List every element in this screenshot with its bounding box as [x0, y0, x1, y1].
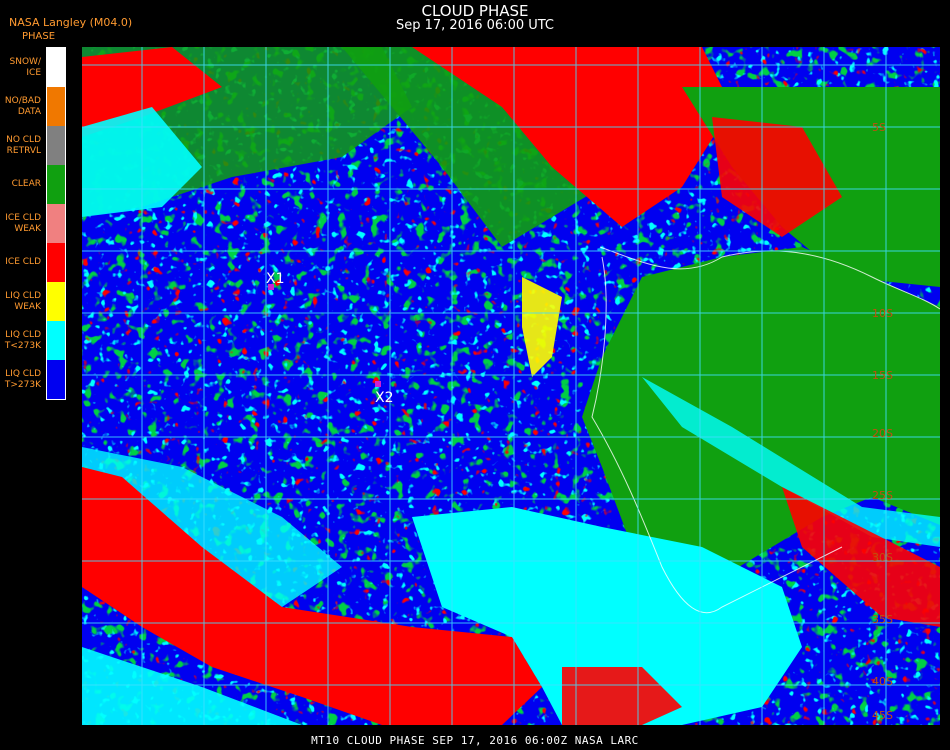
- legend-label-ice-weak: ICE CLD WEAK: [5, 212, 41, 234]
- legend-swatch-snow-ice: [47, 48, 65, 87]
- map-timestamp: Sep 17, 2016 06:00 UTC: [395, 18, 555, 33]
- lat-label-30s: 30S: [872, 551, 893, 564]
- legend-label-no-data: NO/BAD DATA: [4, 95, 41, 117]
- cloud-phase-map[interactable]: 5S 10S 15S 20S 25S 30S 35S 40S 45S X1 X2: [82, 47, 940, 725]
- footer-caption: MT10 CLOUD PHASE SEP 17, 2016 06:00Z NAS…: [311, 734, 639, 747]
- legend-swatch-liq-warm: [47, 360, 65, 399]
- legend-title: PHASE: [22, 31, 56, 42]
- lat-label-15s: 15S: [872, 369, 893, 382]
- lat-label-35s: 35S: [872, 613, 893, 626]
- legend-label-snow-ice: SNOW/ ICE: [9, 56, 41, 78]
- legend-swatch-no-retrieval: [47, 126, 65, 165]
- legend-label-liq-warm: LIQ CLD T>273K: [4, 368, 41, 390]
- legend-swatch-ice: [47, 243, 65, 282]
- marker-x2-label: X2: [375, 390, 394, 406]
- legend-swatch-clear: [47, 165, 65, 204]
- legend-label-clear: CLEAR: [11, 179, 41, 189]
- legend-colorbar: [46, 47, 66, 400]
- lat-label-5s: 5S: [872, 121, 886, 134]
- legend-swatch-liq-weak: [47, 282, 65, 321]
- legend-label-no-retrieval: NO CLD RETRVL: [6, 134, 41, 156]
- lat-label-40s: 40S: [872, 675, 893, 688]
- legend-swatch-ice-weak: [47, 204, 65, 243]
- marker-x1-label: X1: [266, 271, 285, 287]
- legend-label-liq-cold: LIQ CLD T<273K: [4, 329, 41, 351]
- lat-label-20s: 20S: [872, 427, 893, 440]
- legend-label-ice: ICE CLD: [5, 257, 41, 267]
- legend-swatch-liq-cold: [47, 321, 65, 360]
- legend-label-liq-weak: LIQ CLD WEAK: [5, 290, 41, 312]
- lat-label-25s: 25S: [872, 489, 893, 502]
- lat-label-10s: 10S: [872, 307, 893, 320]
- lat-label-45s: 45S: [872, 709, 893, 722]
- legend-swatch-no-data: [47, 87, 65, 126]
